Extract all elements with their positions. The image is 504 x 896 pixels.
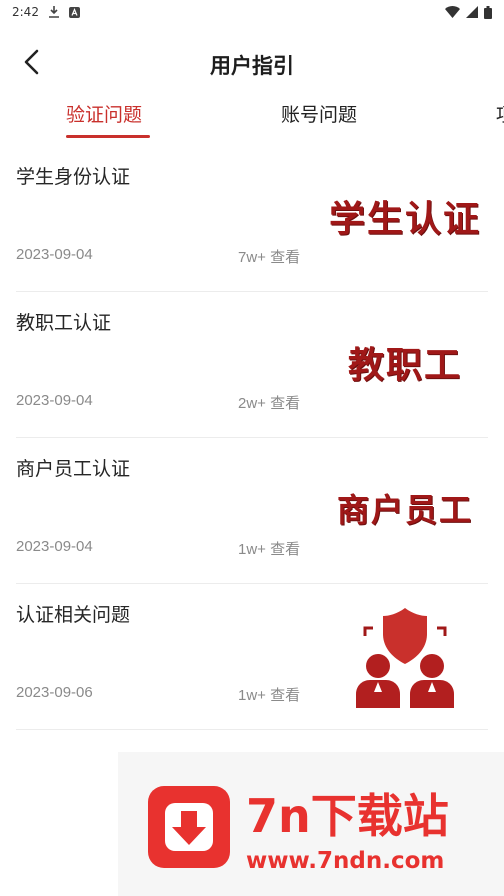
watermark-name: 7n下载站 [246, 789, 449, 843]
tab-active-indicator [66, 135, 150, 138]
wifi-icon [445, 6, 460, 18]
item-views: 7w+ 查看 [238, 249, 301, 266]
tab-bar: 验证问题 账号问题 项 [0, 100, 504, 142]
download-arrow-icon [148, 786, 230, 868]
app-a-icon [68, 6, 80, 18]
watermark-url: www.7ndn.com [246, 848, 445, 874]
item-date: 2023-09-06 [16, 684, 93, 701]
item-views: 1w+ 查看 [238, 541, 301, 558]
list-item[interactable]: 学生身份认证 2023-09-04 7w+ 查看 学生认证 [16, 146, 488, 292]
item-title: 认证相关问题 [16, 604, 131, 626]
item-thumbnail: 商户员工 [322, 468, 488, 548]
item-thumbnail [322, 604, 488, 716]
list-item[interactable]: 商户员工认证 2023-09-04 1w+ 查看 商户员工 [16, 438, 488, 584]
list-item[interactable]: 认证相关问题 2023-09-06 1w+ 查看 [16, 584, 488, 730]
page-title: 用户指引 [210, 54, 294, 78]
item-views: 2w+ 查看 [238, 395, 301, 412]
status-time: 2:42 [12, 5, 39, 19]
list-item[interactable]: 教职工认证 2023-09-04 2w+ 查看 教职工 [16, 292, 488, 438]
item-thumbnail: 学生认证 [322, 176, 488, 256]
thumbnail-text: 学生认证 [328, 198, 481, 240]
app-header: 用户指引 [0, 36, 504, 92]
verified-users-icon [350, 606, 460, 714]
download-icon [48, 6, 59, 18]
watermark-banner: 7n下载站 www.7ndn.com [118, 752, 504, 896]
tab-more[interactable]: 项 [496, 100, 504, 142]
item-thumbnail: 教职工 [322, 322, 488, 402]
thumbnail-text: 教职工 [347, 344, 462, 386]
item-date: 2023-09-04 [16, 392, 93, 409]
thumbnail-text: 商户员工 [336, 491, 473, 529]
tab-account[interactable]: 账号问题 [281, 100, 357, 142]
battery-icon [484, 5, 492, 19]
item-title: 学生身份认证 [16, 166, 131, 188]
guide-list: 学生身份认证 2023-09-04 7w+ 查看 学生认证 教职工认证 2023… [0, 146, 504, 730]
item-views: 1w+ 查看 [238, 687, 301, 704]
item-title: 教职工认证 [16, 312, 112, 334]
item-date: 2023-09-04 [16, 246, 93, 263]
item-title: 商户员工认证 [16, 458, 131, 480]
status-bar: 2:42 [0, 0, 504, 24]
signal-icon [466, 6, 478, 18]
item-date: 2023-09-04 [16, 538, 93, 555]
